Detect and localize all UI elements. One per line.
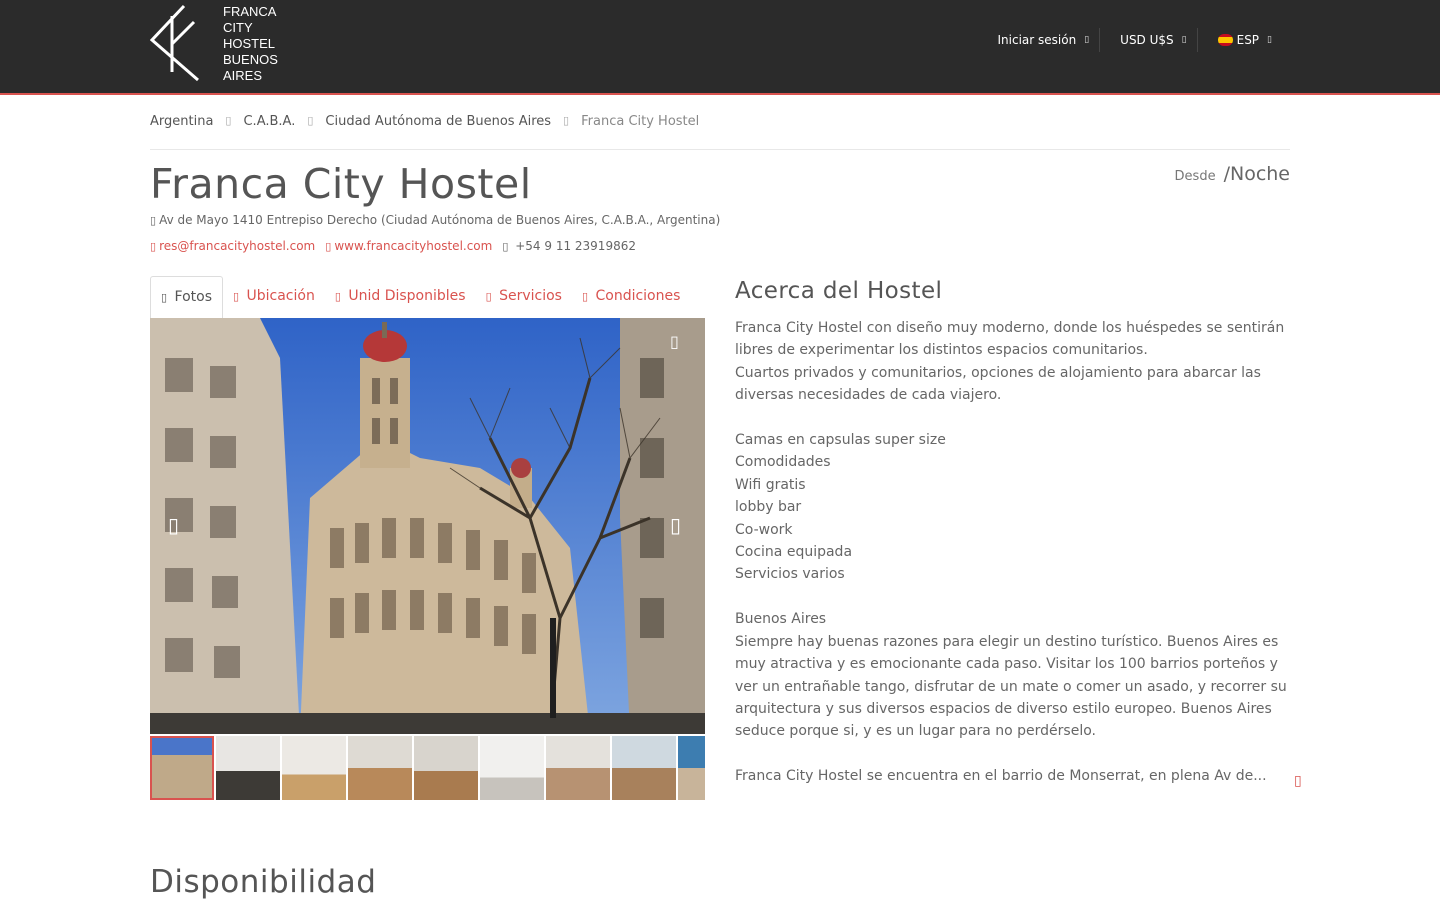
currency-dropdown[interactable]: USD U$S ▯ bbox=[1099, 28, 1196, 52]
envelope-icon: ▯ bbox=[150, 240, 157, 253]
thumbnail[interactable] bbox=[348, 736, 412, 800]
price-unit: /Noche bbox=[1223, 163, 1290, 185]
logo-text: FRANCA CITY HOSTEL BUENOS AIRES bbox=[223, 4, 278, 84]
logo-line: HOSTEL bbox=[223, 36, 276, 51]
tab-label: Servicios bbox=[499, 288, 562, 304]
contact-info: ▯ res@francacityhostel.com ▯ www.francacit… bbox=[150, 239, 636, 253]
globe-icon: ▯ bbox=[325, 240, 332, 253]
currency-label: USD U$S bbox=[1120, 33, 1174, 47]
page-title: Franca City Hostel bbox=[150, 160, 532, 208]
language-label: ESP bbox=[1236, 33, 1260, 47]
tab-unid-disponibles[interactable]: ▯ Unid Disponibles bbox=[325, 276, 476, 318]
thumbnail[interactable] bbox=[282, 736, 346, 800]
top-nav: Iniciar sesión ▯ USD U$S ▯ ESP ▯ bbox=[998, 28, 1282, 52]
tab-servicios[interactable]: ▯ Servicios bbox=[476, 276, 572, 318]
about-line: Cuartos privados y comunitarios, opcione… bbox=[735, 364, 1261, 404]
availability-title: Disponibilidad bbox=[150, 864, 377, 900]
about-line bbox=[735, 407, 1295, 429]
about-line: Servicios varios bbox=[735, 566, 845, 583]
about-line bbox=[735, 743, 1295, 765]
thumbnail[interactable] bbox=[414, 736, 478, 800]
expand-icon[interactable]: ▯ bbox=[670, 332, 679, 351]
tab-fotos[interactable]: ▯ Fotos bbox=[150, 276, 223, 318]
chevron-right-icon: ▯ bbox=[307, 114, 314, 127]
phone-number: ▯ +54 9 11 23919862 bbox=[502, 239, 636, 253]
top-bar: FRANCA CITY HOSTEL BUENOS AIRES Iniciar … bbox=[0, 0, 1440, 95]
about-line: Co-work bbox=[735, 521, 793, 538]
thumbnail-strip bbox=[150, 736, 705, 800]
login-label: Iniciar sesión bbox=[997, 33, 1077, 47]
breadcrumb-item-ciudad[interactable]: Ciudad Autónoma de Buenos Aires bbox=[325, 114, 551, 149]
logo-line: BUENOS bbox=[223, 52, 278, 67]
website-text: www.francacityhostel.com bbox=[334, 239, 493, 253]
tab-label: Condiciones bbox=[595, 288, 681, 304]
about-line: Siempre hay buenas razones para elegir u… bbox=[735, 633, 1287, 740]
thumbnail[interactable] bbox=[612, 736, 676, 800]
email-link[interactable]: ▯ res@francacityhostel.com bbox=[150, 239, 315, 253]
spain-flag-icon bbox=[1217, 34, 1233, 46]
breadcrumb-item-caba[interactable]: C.A.B.A. bbox=[243, 114, 295, 149]
list-icon: ▯ bbox=[485, 290, 492, 303]
about-text: Franca City Hostel con diseño muy modern… bbox=[735, 317, 1295, 788]
about-line: Camas en capsulas super size bbox=[735, 432, 946, 449]
about-line: Franca City Hostel se encuentra en el ba… bbox=[735, 768, 1267, 785]
logo-line: CITY bbox=[223, 20, 253, 35]
tabs: ▯ Fotos ▯ Ubicación ▯ Unid Disponibles ▯… bbox=[150, 276, 705, 318]
thumbnail[interactable] bbox=[216, 736, 280, 800]
tab-label: Fotos bbox=[174, 289, 212, 305]
phone-text: +54 9 11 23919862 bbox=[515, 239, 636, 253]
price-box: Desde /Noche bbox=[1175, 163, 1290, 185]
logo-mark-icon bbox=[149, 4, 199, 82]
camera-icon: ▯ bbox=[161, 291, 168, 304]
breadcrumb: Argentina ▯ C.A.B.A. ▯ Ciudad Autónoma d… bbox=[150, 114, 1290, 150]
logo-line: AIRES bbox=[223, 68, 263, 83]
breadcrumb-item-argentina[interactable]: Argentina bbox=[150, 114, 213, 149]
about-line: Franca City Hostel con diseño muy modern… bbox=[735, 320, 1285, 359]
tab-label: Unid Disponibles bbox=[348, 288, 466, 304]
hostel-facade-image bbox=[150, 318, 705, 734]
thumbnail[interactable] bbox=[480, 736, 544, 800]
about-line: Cocina equipada bbox=[735, 544, 853, 561]
tab-label: Ubicación bbox=[246, 288, 315, 304]
chevron-right-icon: ▯ bbox=[225, 114, 232, 127]
map-icon: ▯ bbox=[232, 290, 240, 303]
chevron-left-icon[interactable]: ▯ bbox=[168, 513, 179, 537]
map-marker-icon: ▯ bbox=[150, 214, 157, 227]
about-line: Wifi gratis bbox=[735, 476, 806, 493]
tab-condiciones[interactable]: ▯ Condiciones bbox=[572, 276, 690, 318]
about-line bbox=[735, 586, 1295, 608]
email-text: res@francacityhostel.com bbox=[159, 239, 316, 253]
about-title: Acerca del Hostel bbox=[735, 278, 943, 304]
thumbnail[interactable] bbox=[546, 736, 610, 800]
address-text: Av de Mayo 1410 Entrepiso Derecho (Ciuda… bbox=[159, 213, 721, 227]
breadcrumb-item-current: Franca City Hostel bbox=[581, 114, 700, 129]
thumbnail[interactable] bbox=[678, 736, 705, 800]
address: ▯ Av de Mayo 1410 Entrepiso Derecho (Ciud… bbox=[150, 213, 720, 227]
chevron-down-icon: ▯ bbox=[1267, 35, 1272, 45]
logo[interactable]: FRANCA CITY HOSTEL BUENOS AIRES bbox=[149, 4, 290, 84]
user-icon: ▯ bbox=[1084, 35, 1090, 45]
tab-ubicacion[interactable]: ▯ Ubicación bbox=[223, 276, 325, 318]
chevron-right-icon: ▯ bbox=[563, 114, 570, 127]
chevron-down-icon: ▯ bbox=[1181, 35, 1187, 45]
about-line: Buenos Aires bbox=[735, 611, 827, 628]
info-icon: ▯ bbox=[581, 290, 589, 303]
thumbnail[interactable] bbox=[150, 736, 214, 800]
about-line: lobby bar bbox=[735, 499, 802, 516]
about-line: Comodidades bbox=[735, 454, 831, 471]
read-more-icon[interactable]: ▯ bbox=[1294, 773, 1302, 789]
chevron-right-icon[interactable]: ▯ bbox=[670, 513, 681, 537]
website-link[interactable]: ▯ www.francacityhostel.com bbox=[325, 239, 492, 253]
language-dropdown[interactable]: ESP ▯ bbox=[1196, 28, 1282, 52]
phone-icon: ▯ bbox=[502, 240, 509, 253]
login-button[interactable]: Iniciar sesión ▯ bbox=[998, 28, 1100, 52]
logo-line: FRANCA bbox=[223, 4, 277, 19]
price-from-label: Desde bbox=[1174, 169, 1216, 184]
bed-icon: ▯ bbox=[334, 290, 341, 303]
main-photo[interactable]: ▯ ▯ ▯ bbox=[150, 318, 705, 734]
